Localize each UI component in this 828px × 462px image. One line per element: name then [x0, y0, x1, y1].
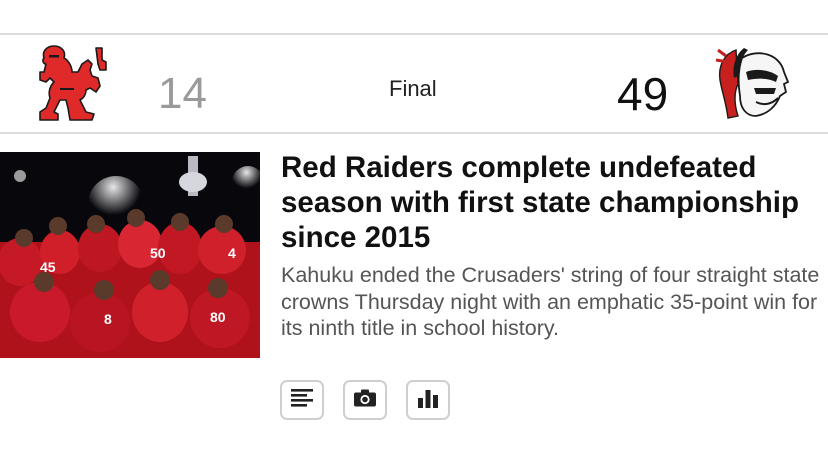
scoreboard[interactable]: 14 Final 49 [0, 36, 828, 132]
svg-text:8: 8 [104, 311, 112, 327]
box-score-button[interactable] [406, 380, 450, 420]
away-score: 14 [158, 69, 207, 118]
story-summary: Kahuku ended the Crusaders' string of fo… [281, 263, 820, 340]
home-score: 49 [617, 68, 669, 120]
camera-icon [354, 389, 376, 412]
scoreboard-divider [0, 132, 828, 134]
article-button[interactable] [280, 380, 324, 420]
game-status: Final [389, 76, 437, 101]
svg-text:50: 50 [150, 245, 166, 261]
svg-text:4: 4 [228, 245, 236, 261]
bar-chart-icon [417, 388, 439, 413]
story-headline[interactable]: Red Raiders complete undefeated season w… [281, 150, 826, 255]
red-raider-warrior-logo [714, 44, 794, 124]
photo-gallery-button[interactable] [343, 380, 387, 420]
crusader-knight-logo [36, 42, 114, 126]
article-icon [291, 388, 313, 412]
svg-text:80: 80 [210, 309, 226, 325]
svg-text:45: 45 [40, 259, 56, 275]
team-celebration-photo[interactable]: 45 50 4 8 80 [0, 152, 260, 358]
top-divider [0, 33, 828, 35]
